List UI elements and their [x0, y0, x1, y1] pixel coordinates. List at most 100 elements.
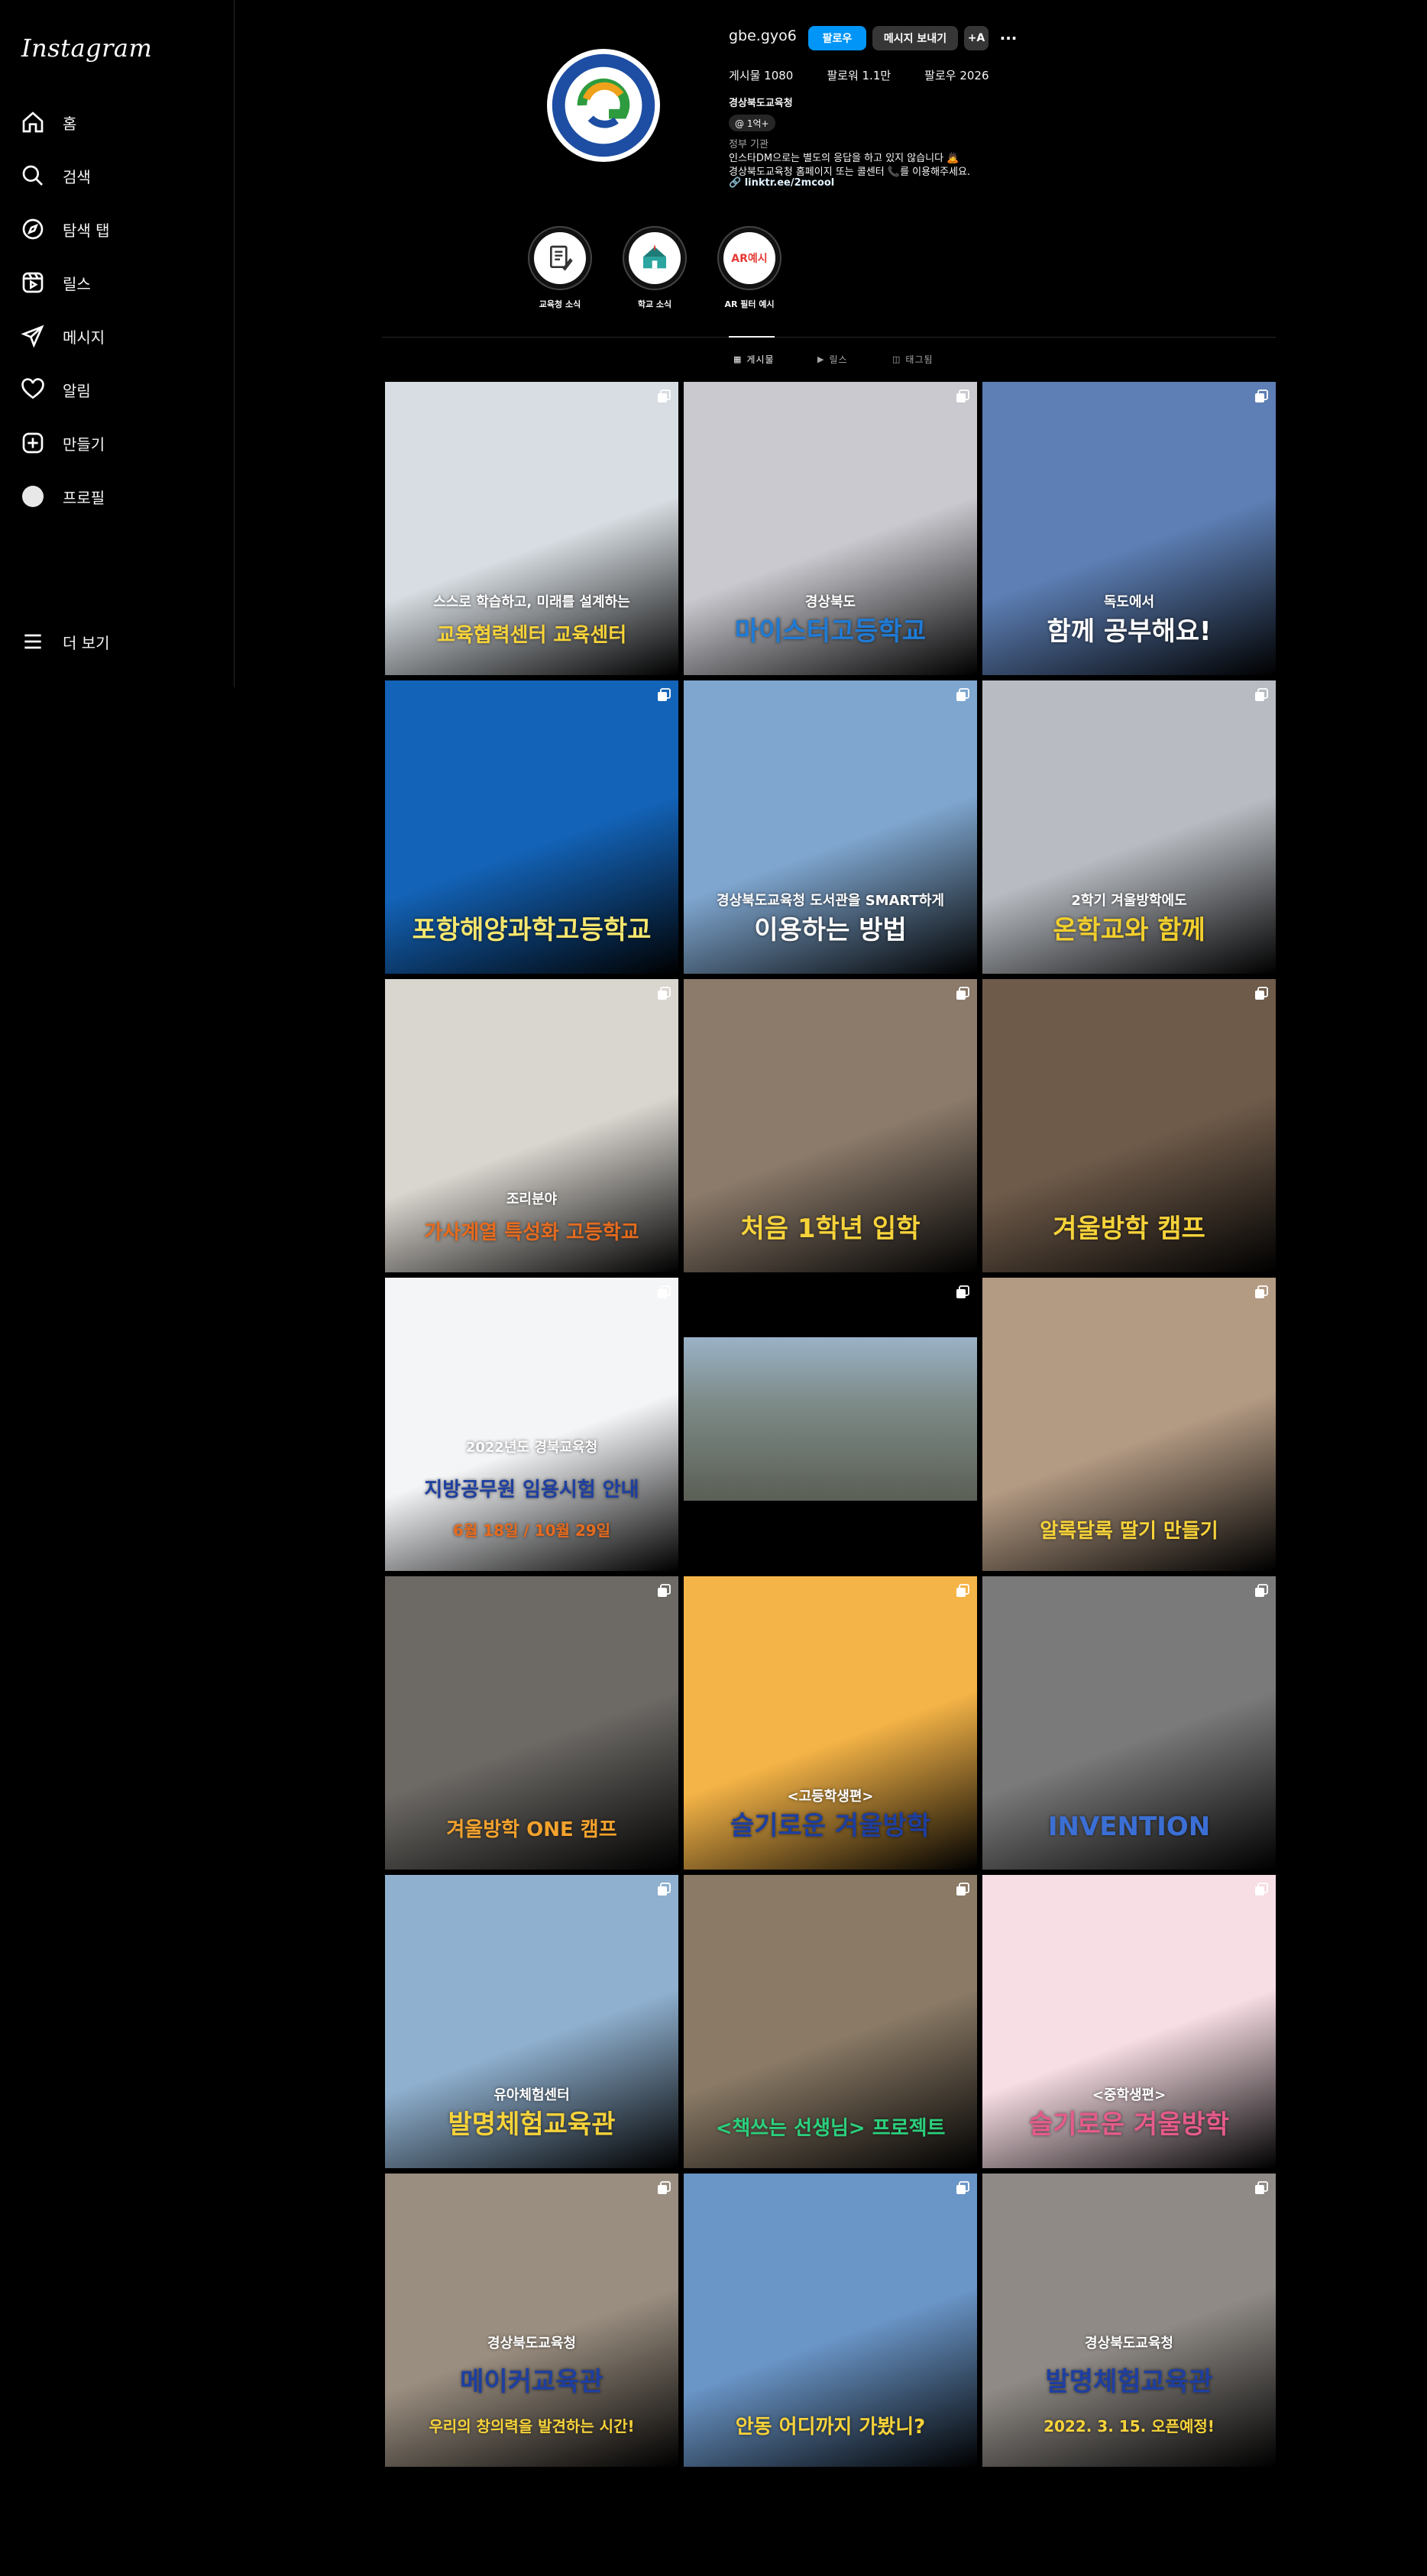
highlight-label: 교육청 소식	[539, 299, 581, 309]
post-thumbnail[interactable]: 독도에서 함께 공부해요!	[982, 382, 1276, 675]
sidebar-item-label: 검색	[63, 167, 91, 186]
post-subcaption: 2022년도 경북교육청	[465, 1440, 598, 1456]
more-options-button[interactable]: ···	[996, 26, 1021, 50]
post-subcaption: 유아체험센터	[493, 2087, 570, 2103]
tab-tagged[interactable]: ◫ 태그됨	[892, 353, 934, 366]
post-subcaption: <고등학생편>	[787, 1789, 874, 1805]
reels-icon: ▶	[817, 354, 825, 364]
send-icon	[20, 323, 46, 349]
multi-photo-icon	[657, 1883, 671, 1896]
sidebar-item-notifications[interactable]: 알림	[20, 373, 91, 406]
sidebar-item-messages[interactable]: 메시지	[20, 319, 105, 353]
post-thumbnail[interactable]: <중학생편> 슬기로운 겨울방학	[982, 1875, 1276, 2168]
multi-photo-icon	[1254, 1883, 1268, 1896]
highlight-label: AR 필터 예시	[724, 299, 775, 309]
plus-square-icon	[20, 430, 46, 456]
bio-line: 인스타DM으로는 별도의 응답을 하고 있지 않습니다 🙇	[729, 153, 959, 164]
post-thumbnail[interactable]: 경상북도마이스터고등학교	[684, 382, 977, 675]
post-caption: 가사계열 특성화 고등학교	[424, 1221, 639, 1244]
link-icon: 🔗	[729, 177, 745, 189]
post-thumbnail[interactable]: 포항해양과학고등학교	[385, 680, 678, 974]
sidebar-item-home[interactable]: 홈	[20, 105, 76, 139]
highlight-edu-news[interactable]: 교육청 소식	[526, 226, 594, 310]
post-thumbnail[interactable]: <고등학생편> 슬기로운 겨울방학	[684, 1576, 977, 1870]
aerial-photo	[684, 1337, 977, 1501]
post-caption: 포항해양과학고등학교	[412, 915, 652, 945]
post-thumbnail[interactable]: 겨울방학 캠프	[982, 979, 1276, 1272]
highlight-school-news[interactable]: 학교 소식	[620, 226, 689, 310]
post-thumbnail[interactable]: 경상북도교육청 도서관을 SMART하게 이용하는 방법	[684, 680, 977, 974]
highlight-ar-filter[interactable]: AR예시 AR 필터 예시	[715, 226, 784, 310]
sidebar-item-label: 만들기	[63, 435, 105, 454]
search-icon	[20, 163, 46, 189]
post-thumbnail[interactable]: 처음 1학년 입학	[684, 979, 977, 1272]
post-subcaption: 2학기 겨울방학에도	[1071, 893, 1187, 909]
suggest-users-button[interactable]: +A	[964, 26, 989, 50]
tab-posts[interactable]: ▦ 게시물	[733, 353, 775, 366]
sidebar-item-reels[interactable]: 릴스	[20, 266, 91, 299]
sidebar-item-label: 홈	[63, 114, 77, 133]
post-thumbnail[interactable]: 스스로 학습하고, 미래를 설계하는 교육협력센터 교육센터	[385, 382, 678, 675]
post-caption: 겨울방학 ONE 캠프	[446, 1818, 617, 1841]
ar-filter-icon: AR예시	[723, 232, 775, 284]
multi-photo-icon	[956, 1883, 969, 1896]
post-thumbnail[interactable]: INVENTION	[982, 1576, 1276, 1870]
profile-avatar[interactable]	[547, 49, 660, 162]
post-thumbnail[interactable]: 2학기 겨울방학에도온학교와 함께	[982, 680, 1276, 974]
compass-icon	[20, 216, 46, 242]
post-caption: 겨울방학 캠프	[1053, 1214, 1205, 1244]
sidebar-item-label: 메시지	[63, 328, 105, 347]
multi-photo-icon	[956, 688, 969, 702]
post-thumbnail[interactable]: 2022년도 경북교육청 지방공무원 임용시험 안내 6월 18일 / 10월 29…	[385, 1278, 678, 1571]
post-thumbnail[interactable]: 유아체험센터발명체험교육관	[385, 1875, 678, 2168]
multi-photo-icon	[657, 389, 671, 403]
multi-photo-icon	[1254, 987, 1268, 1000]
tab-label: 릴스	[829, 354, 848, 365]
post-caption: 온학교와 함께	[1053, 915, 1205, 945]
sidebar-item-more[interactable]: 더 보기	[20, 625, 110, 658]
post-subcaption: <중학생편>	[1092, 2087, 1167, 2103]
sidebar-item-search[interactable]: 검색	[20, 159, 91, 192]
active-tab-indicator	[729, 336, 775, 338]
post-caption: 발명체험교육관	[1045, 2367, 1213, 2397]
instagram-logo[interactable]: Instagram	[21, 34, 152, 63]
profile-stats: 게시물 1080 팔로워 1.1만 팔로우 2026	[729, 67, 989, 83]
followers-count[interactable]: 팔로워 1.1만	[827, 67, 891, 83]
post-thumbnail[interactable]: 경상북도교육청 발명체험교육관 2022. 3. 15. 오픈예정!	[982, 2174, 1276, 2467]
sidebar-item-create[interactable]: 만들기	[20, 426, 105, 460]
post-caption: <책쓰는 선생님> 프로젝트	[715, 2117, 946, 2140]
post-caption: 메이커교육관	[460, 2367, 603, 2397]
post-subcaption: 경상북도교육청 도서관을 SMART하게	[717, 893, 944, 909]
highlight-ring: AR예시	[717, 226, 781, 290]
tab-reels[interactable]: ▶ 릴스	[817, 353, 848, 366]
post-thumbnail[interactable]: 겨울방학 ONE 캠프	[385, 1576, 678, 1870]
tab-label: 태그됨	[905, 354, 934, 365]
follow-button[interactable]: 팔로우	[808, 26, 866, 50]
home-icon	[20, 109, 46, 135]
sidebar-item-profile[interactable]: 프로필	[20, 480, 105, 513]
post-caption: 발명체험교육관	[448, 2109, 616, 2140]
sidebar-item-label: 더 보기	[63, 633, 110, 652]
post-thumbnail[interactable]: 경상북도교육청 메이커교육관 우리의 창의력을 발견하는 시간!	[385, 2174, 678, 2467]
post-thumbnail[interactable]: 안동 어디까지 가봤니?	[684, 2174, 977, 2467]
message-button[interactable]: 메시지 보내기	[872, 26, 958, 50]
post-thumbnail[interactable]: 조리분야 가사계열 특성화 고등학교	[385, 979, 678, 1272]
post-thumbnail[interactable]	[684, 1278, 977, 1571]
bio-line: 경상북도교육청 홈페이지 또는 콜센터 📞를 이용해주세요.	[729, 166, 971, 178]
multi-photo-icon	[657, 1285, 671, 1299]
multi-photo-icon	[1254, 2181, 1268, 2195]
sidebar-item-label: 릴스	[63, 274, 91, 293]
school-icon	[629, 232, 681, 284]
post-caption: 처음 1학년 입학	[740, 1214, 921, 1244]
post-thumbnail[interactable]: <책쓰는 선생님> 프로젝트	[684, 1875, 977, 2168]
post-thumbnail[interactable]: 알록달록 딸기 만들기	[982, 1278, 1276, 1571]
threads-badge[interactable]: @ 1억+	[729, 115, 775, 131]
profile-link[interactable]: 🔗 linktr.ee/2mcool	[729, 177, 834, 189]
post-caption: 지방공무원 임용시험 안내	[424, 1479, 639, 1501]
following-count[interactable]: 팔로우 2026	[924, 67, 989, 83]
highlight-ring	[528, 226, 592, 290]
post-caption: 마이스터고등학교	[734, 616, 927, 647]
post-subcaption: 경상북도	[804, 594, 856, 610]
sidebar-item-explore[interactable]: 탐색 탭	[20, 212, 110, 246]
tabs-divider	[382, 337, 1276, 338]
